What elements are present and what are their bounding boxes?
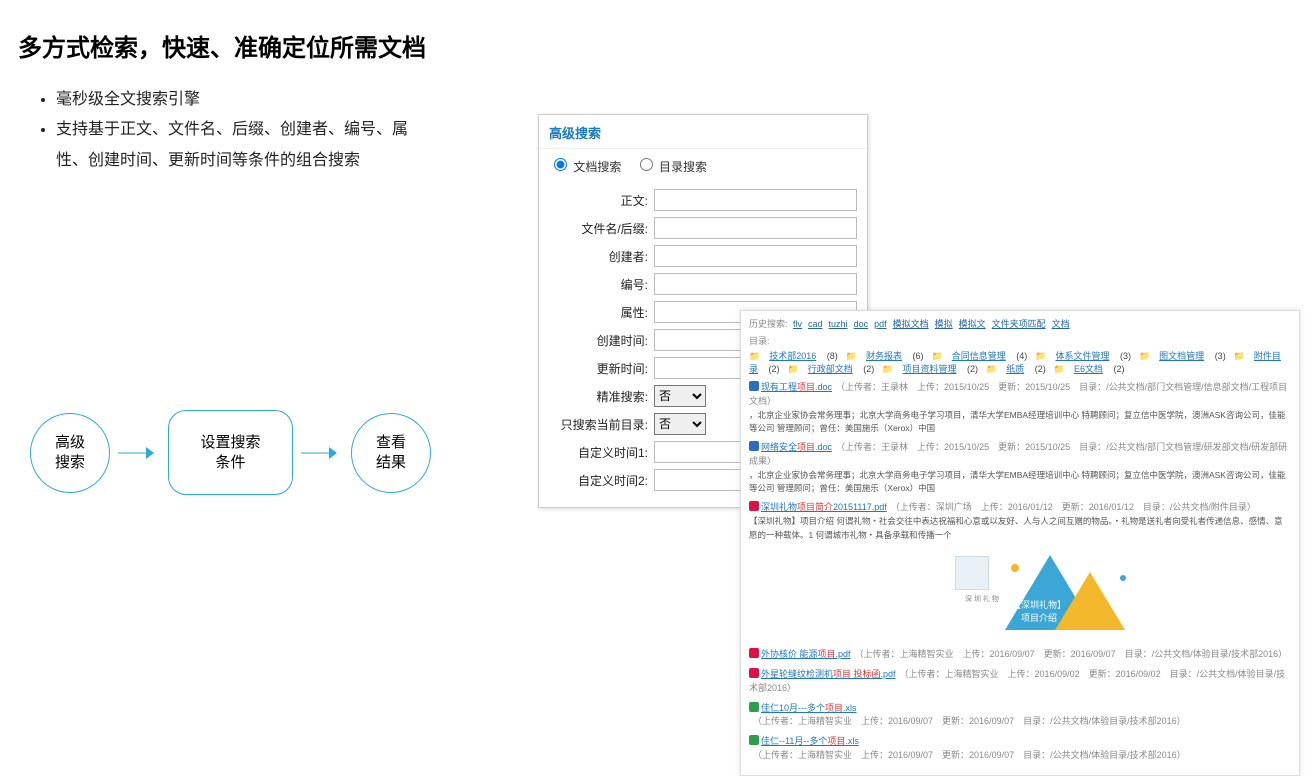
label-number: 编号:	[549, 276, 654, 293]
pdf-icon	[749, 501, 759, 511]
label-filename: 文件名/后缀:	[549, 220, 654, 237]
input-fulltext[interactable]	[654, 189, 857, 211]
history-link[interactable]: tuzhi	[829, 319, 848, 329]
result-title-link[interactable]: 深圳礼物项目简介20151117.pdf	[761, 502, 887, 512]
result-title-link[interactable]: 佳仁--11月--多个项目.xls	[761, 736, 859, 746]
history-link[interactable]: 模拟	[935, 319, 953, 329]
folder-icon: 📁	[1234, 351, 1246, 361]
result-desc: 【深圳礼物】项目介绍 何谓礼物・社会交往中表达祝福和心意或以友好、人与人之间互赠…	[749, 515, 1291, 541]
xls-icon	[749, 735, 759, 745]
result-item: 佳仁10月---多个项目.xls （上传者：上海精智实业 上传：2016/09/0…	[749, 702, 1291, 730]
doc-icon	[749, 381, 759, 391]
result-meta: （上传者：上海精智实业 上传：2016/09/07 更新：2016/09/07 …	[855, 649, 1288, 659]
history-link[interactable]: pdf	[874, 319, 887, 329]
label-custom-time2: 自定义时间2:	[549, 472, 654, 489]
input-number[interactable]	[654, 273, 857, 295]
doc-icon	[749, 441, 759, 451]
input-filename[interactable]	[654, 217, 857, 239]
label-custom-time1: 自定义时间1:	[549, 444, 654, 461]
category-item[interactable]: 📁财务报表 (6)	[846, 351, 924, 361]
category-item[interactable]: 📁技术部2016 (8)	[749, 351, 838, 361]
folder-icon: 📁	[986, 364, 998, 374]
history-link[interactable]: 文件夹项匹配	[992, 319, 1046, 329]
bullet-item: 毫秒级全文搜索引擎	[56, 85, 416, 115]
category-item[interactable]: 📁合同信息管理 (4)	[931, 351, 1027, 361]
arrow-icon	[114, 443, 164, 463]
result-desc: ，北京企业家协会常务理事；北京大学商务电子学习项目，清华大学EMBA经理培训中心…	[749, 469, 1291, 495]
category-bar: 📁技术部2016 (8) 📁财务报表 (6) 📁合同信息管理 (4) 📁体系文件管理 …	[749, 349, 1291, 375]
history-link[interactable]: 模拟文档	[893, 319, 929, 329]
label-current-dir: 只搜索当前目录:	[549, 416, 654, 433]
result-item: 外协核价 能源项目.pdf （上传者：上海精智实业 上传：2016/09/07 更…	[749, 648, 1291, 662]
folder-icon: 📁	[1054, 364, 1066, 374]
flow-step-set-conditions: 设置搜索 条件	[168, 410, 293, 495]
catalog-label: 目录:	[749, 334, 1291, 347]
result-title-link[interactable]: 网络安全项目.doc	[761, 442, 832, 452]
label-precise: 精准搜索:	[549, 388, 654, 405]
folder-icon: 📁	[1035, 351, 1047, 361]
arrow-icon	[297, 443, 347, 463]
folder-icon: 📁	[882, 364, 894, 374]
result-title-link[interactable]: 现有工程项目.doc	[761, 382, 832, 392]
panel-title: 高级搜索	[539, 115, 867, 149]
result-meta: （上传者：上海精智实业 上传：2016/09/07 更新：2016/09/07 …	[753, 716, 1186, 726]
label-fulltext: 正文:	[549, 192, 654, 209]
folder-icon: 📁	[931, 351, 943, 361]
flow-step-advanced-search: 高级 搜索	[30, 413, 110, 493]
history-link[interactable]: cad	[808, 319, 823, 329]
result-preview: 深 圳 礼 物 【深圳礼物】 项目介绍	[905, 550, 1135, 640]
folder-icon: 📁	[846, 351, 858, 361]
label-create-time: 创建时间:	[549, 332, 654, 349]
label-attribute: 属性:	[549, 304, 654, 321]
label-update-time: 更新时间:	[549, 360, 654, 377]
feature-bullets: 毫秒级全文搜索引擎 支持基于正文、文件名、后缀、创建者、编号、属性、创建时间、更…	[28, 85, 416, 176]
result-item: 外星轮缝纹检测机项目 投标函.pdf（上传者：上海精智实业 上传：2016/09…	[749, 668, 1291, 696]
result-item: 现有工程项目.doc（上传者：王录林 上传：2015/10/25 更新：2015…	[749, 381, 1291, 435]
radio-dir-search[interactable]: 目录搜索	[635, 160, 707, 174]
radio-doc-search[interactable]: 文档搜索	[549, 160, 621, 174]
history-link[interactable]: 模拟文	[959, 319, 986, 329]
result-item: 网络安全项目.doc（上传者：王录林 上传：2015/10/25 更新：2015…	[749, 441, 1291, 495]
result-item: 佳仁--11月--多个项目.xls （上传者：上海精智实业 上传：2016/09/…	[749, 735, 1291, 763]
history-link[interactable]: doc	[854, 319, 869, 329]
bullet-item: 支持基于正文、文件名、后缀、创建者、编号、属性、创建时间、更新时间等条件的组合搜…	[56, 115, 416, 176]
folder-icon: 📁	[749, 351, 761, 361]
category-item[interactable]: 📁E6文档 (2)	[1054, 364, 1125, 374]
pdf-icon	[749, 648, 759, 658]
result-desc: ，北京企业家协会常务理事；北京大学商务电子学习项目，清华大学EMBA经理培训中心…	[749, 409, 1291, 435]
result-meta: （上传者：上海精智实业 上传：2016/09/07 更新：2016/09/07 …	[753, 750, 1186, 760]
flow-diagram: 高级 搜索 设置搜索 条件 查看 结果	[30, 410, 431, 495]
category-item[interactable]: 📁纸质 (2)	[986, 364, 1046, 374]
flow-step-view-results: 查看 结果	[351, 413, 431, 493]
input-creator[interactable]	[654, 245, 857, 267]
select-current-dir[interactable]: 否	[654, 413, 706, 435]
result-title-link[interactable]: 佳仁10月---多个项目.xls	[761, 703, 857, 713]
page-title: 多方式检索，快速、准确定位所需文档	[18, 28, 426, 63]
history-bar: 历史搜索: flvcadtuzhidocpdf模拟文档模拟模拟文文件夹项匹配文档	[749, 317, 1291, 330]
result-item: 深圳礼物项目简介20151117.pdf （上传者：深圳广场 上传：2016/01…	[749, 501, 1291, 541]
search-results-panel: 历史搜索: flvcadtuzhidocpdf模拟文档模拟模拟文文件夹项匹配文档…	[740, 310, 1300, 776]
result-title-link[interactable]: 外协核价 能源项目.pdf	[761, 649, 851, 659]
result-title-link[interactable]: 外星轮缝纹检测机项目 投标函.pdf	[761, 669, 896, 679]
category-item[interactable]: 📁行政部文档 (2)	[788, 364, 875, 374]
history-link[interactable]: 文档	[1052, 319, 1070, 329]
folder-icon: 📁	[1139, 351, 1151, 361]
label-creator: 创建者:	[549, 248, 654, 265]
pdf-icon	[749, 668, 759, 678]
category-item[interactable]: 📁图文档管理 (3)	[1139, 351, 1226, 361]
result-meta: （上传者：深圳广场 上传：2016/01/12 更新：2016/01/12 目录…	[891, 502, 1256, 512]
category-item[interactable]: 📁体系文件管理 (3)	[1035, 351, 1131, 361]
folder-icon: 📁	[788, 364, 800, 374]
xls-icon	[749, 702, 759, 712]
select-precise[interactable]: 否	[654, 385, 706, 407]
history-link[interactable]: flv	[793, 319, 802, 329]
category-item[interactable]: 📁项目资料管理 (2)	[882, 364, 978, 374]
